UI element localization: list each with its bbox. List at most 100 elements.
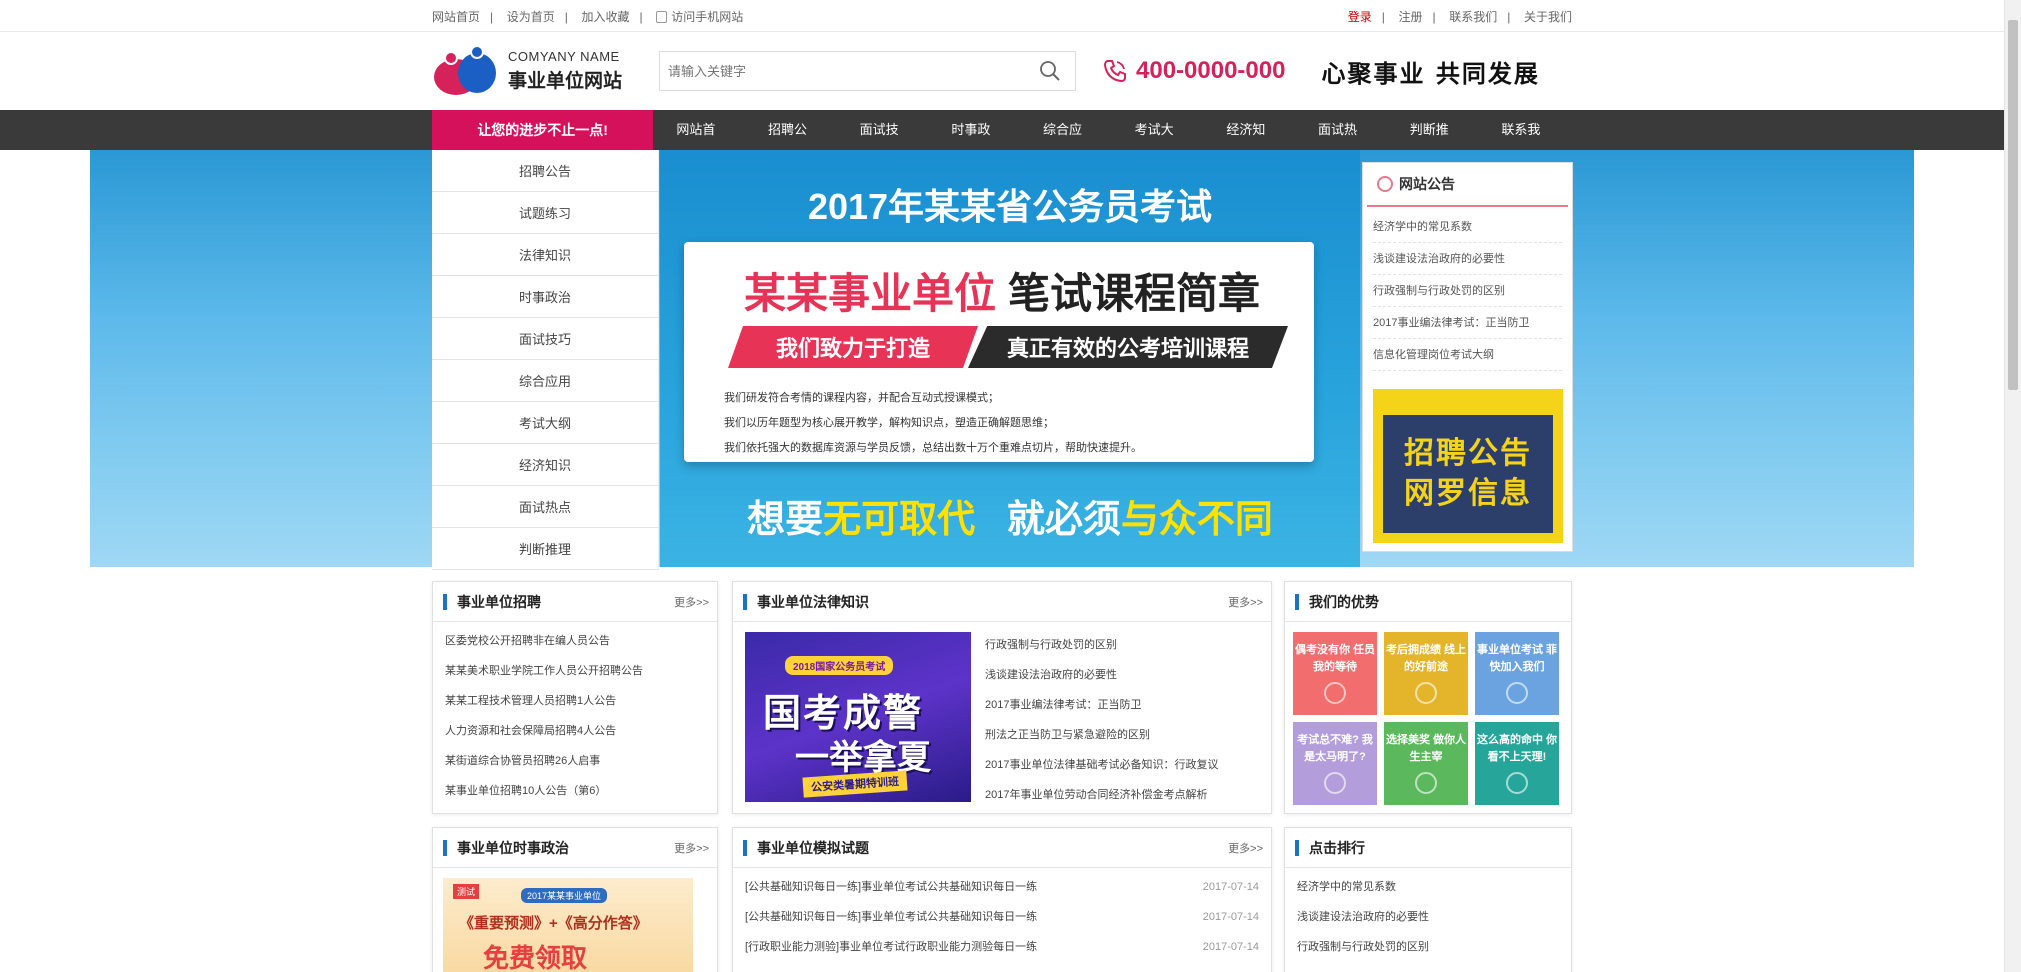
recruit-box-header: 事业单位招聘 更多>> xyxy=(433,582,717,622)
about-link[interactable]: 关于我们 xyxy=(1524,10,1572,24)
recruit-list: 区委党校公开招聘非在编人员公告 某某美术职业学院工作人员公开招聘公告 某某工程技… xyxy=(433,622,717,806)
legal-more-link[interactable]: 更多>> xyxy=(1228,594,1263,610)
side-menu-item[interactable]: 面试技巧 xyxy=(432,318,659,360)
notice-header: 网站公告 xyxy=(1367,163,1568,207)
politics-promo-image[interactable]: 测试 2017某某事业单位 《重要预测》+《高分作答》 免费领取 xyxy=(443,878,693,972)
ranking-item[interactable]: 经济学中的常见系数 xyxy=(1297,872,1559,902)
banner-desc-line: 我们依托强大的数据库资源与学员反馈，总结出数十万个重难点切片，帮助快速提升。 xyxy=(724,442,1142,454)
side-menu-item[interactable]: 经济知识 xyxy=(432,444,659,486)
ranking-box: 点击排行 经济学中的常见系数 浅谈建设法治政府的必要性 行政强制与行政处罚的区别 xyxy=(1284,827,1572,972)
nav-item-contact[interactable]: 联系我们 xyxy=(1480,110,1572,177)
recruit-item[interactable]: 某某工程技术管理人员招聘1人公告 xyxy=(445,686,705,716)
banner-card-title-black: 笔试课程简章 xyxy=(1008,270,1261,317)
mock-item[interactable]: [公共基础知识每日一练]事业单位考试公共基础知识每日一练 2017-07-14 xyxy=(745,902,1259,932)
ranking-item[interactable]: 行政强制与行政处罚的区别 xyxy=(1297,932,1559,962)
banner-slide[interactable]: 2017年某某省公务员考试 某某事业单位 笔试课程简章 我们致力于打造 真正有效的… xyxy=(660,150,1360,567)
nav-item-hotspot[interactable]: 面试热点 xyxy=(1297,110,1389,177)
legal-item[interactable]: 2017事业编法律考试：正当防卫 xyxy=(985,690,1251,720)
recruit-item[interactable]: 区委党校公开招聘非在编人员公告 xyxy=(445,626,705,656)
side-menu-item[interactable]: 试题练习 xyxy=(432,192,659,234)
banner-bottom-highlight: 与众不同 xyxy=(1120,499,1273,541)
legal-img-tag: 2018国家公务员考试 xyxy=(785,656,894,675)
side-menu-item[interactable]: 招聘公告 xyxy=(432,150,659,192)
notice-item[interactable]: 信息化管理岗位考试大纲 xyxy=(1373,339,1562,371)
mock-item[interactable]: [行政职业能力测验]事业单位考试行政职业能力测验每日一练 2017-07-14 xyxy=(745,932,1259,962)
nav-item-syllabus[interactable]: 考试大纲 xyxy=(1114,110,1206,177)
top-link-mobile[interactable]: 访问手机网站 xyxy=(671,10,743,24)
advantage-tile[interactable]: 考试总不难? 我是太马明了? xyxy=(1293,722,1377,805)
top-link-home[interactable]: 网站首页 xyxy=(432,10,480,24)
contact-link[interactable]: 联系我们 xyxy=(1449,10,1497,24)
legal-box: 事业单位法律知识 更多>> 2018国家公务员考试 国考成警 一举拿夏 公安类暑… xyxy=(732,581,1272,814)
advantage-box-title: 我们的优势 xyxy=(1295,592,1379,612)
mock-item-title: [公共基础知识每日一练]事业单位考试公共基础知识每日一练 xyxy=(745,881,1038,893)
banner-card-bar: 我们致力于打造 真正有效的公考培训课程 xyxy=(728,326,1288,368)
register-link[interactable]: 注册 xyxy=(1398,10,1422,24)
advantage-tile[interactable]: 考后拥成绩 线上的好前途 xyxy=(1384,632,1468,715)
banner-desc-line: 我们研发符合考情的课程内容，并配合互动式授课模式； xyxy=(724,392,999,404)
top-links-left: 网站首页 | 设为首页 | 加入收藏 | 访问手机网站 xyxy=(432,9,744,24)
legal-item[interactable]: 2017事业单位法律基础考试必备知识：行政复议 xyxy=(985,750,1251,780)
mock-item[interactable]: [公共基础知识每日一练]事业单位考试公共基础知识每日一练 2017-07-14 xyxy=(745,872,1259,902)
copy-icon xyxy=(1415,682,1437,704)
politics-box-title: 事业单位时事政治 xyxy=(443,838,569,858)
ranking-item[interactable]: 浅谈建设法治政府的必要性 xyxy=(1297,902,1559,932)
logo-people-icon xyxy=(432,43,500,99)
notice-item[interactable]: 行政强制与行政处罚的区别 xyxy=(1373,275,1562,307)
page-scrollbar[interactable] xyxy=(2004,0,2021,972)
legal-item[interactable]: 刑法之正当防卫与紧急避险的区别 xyxy=(985,720,1251,750)
notice-item[interactable]: 浅谈建设法治政府的必要性 xyxy=(1373,243,1562,275)
search-icon xyxy=(1040,61,1060,81)
login-link[interactable]: 登录 xyxy=(1348,10,1372,24)
nav-item-interview[interactable]: 面试技巧 xyxy=(839,110,931,177)
advantage-tile[interactable]: 选择美奖 做你人生主宰 xyxy=(1384,722,1468,805)
recruit-poster[interactable]: 招聘公告 网罗信息 xyxy=(1373,389,1563,543)
recruit-item[interactable]: 某某美术职业学院工作人员公开招聘公告 xyxy=(445,656,705,686)
legal-item[interactable]: 行政强制与行政处罚的区别 xyxy=(985,630,1251,660)
banner-card: 某某事业单位 笔试课程简章 我们致力于打造 真正有效的公考培训课程 我们研发符合考… xyxy=(684,242,1314,462)
advantage-tile[interactable]: 偶考没有你 任员我的等待 xyxy=(1293,632,1377,715)
politics-box: 事业单位时事政治 更多>> 测试 2017某某事业单位 《重要预测》+《高分作答… xyxy=(432,827,718,972)
advantage-tile-text: 考试总不难? 我是太马明了? xyxy=(1297,734,1373,763)
mock-item-title: [公共基础知识每日一练]事业单位考试公共基础知识每日一练 xyxy=(745,911,1038,923)
legal-promo-image[interactable]: 2018国家公务员考试 国考成警 一举拿夏 公安类暑期特训班 xyxy=(745,632,971,802)
recruit-item[interactable]: 某事业单位招聘10人公告（第6） xyxy=(445,776,705,806)
search-button[interactable] xyxy=(1025,52,1075,90)
legal-item[interactable]: 浅谈建设法治政府的必要性 xyxy=(985,660,1251,690)
mock-list: [公共基础知识每日一练]事业单位考试公共基础知识每日一练 2017-07-14 [… xyxy=(733,868,1271,962)
hotline: 400-0000-000 xyxy=(1102,57,1285,85)
advantage-tile[interactable]: 事业单位考试 菲快加入我们 xyxy=(1475,632,1559,715)
banner-card-title: 某某事业单位 笔试课程简章 xyxy=(744,260,1260,321)
top-link-favorite[interactable]: 加入收藏 xyxy=(582,10,630,24)
nav-item-application[interactable]: 综合应用 xyxy=(1022,110,1114,177)
nav-item-reasoning[interactable]: 判断推理 xyxy=(1389,110,1481,177)
nav-item-recruit[interactable]: 招聘公告 xyxy=(747,110,839,177)
advantage-grid: 偶考没有你 任员我的等待 考后拥成绩 线上的好前途 事业单位考试 菲快加入我们 … xyxy=(1285,622,1571,815)
nav-item-politics[interactable]: 时事政治 xyxy=(930,110,1022,177)
search-input[interactable] xyxy=(660,52,1025,90)
nav-item-economics[interactable]: 经济知识 xyxy=(1205,110,1297,177)
site-logo[interactable]: COMYANY NAME 事业单位网站 xyxy=(432,43,659,99)
top-link-set-home[interactable]: 设为首页 xyxy=(507,10,555,24)
banner-bottom-highlight: 无可取代 xyxy=(823,499,976,541)
recruit-item[interactable]: 人力资源和社会保障局招聘4人公告 xyxy=(445,716,705,746)
side-menu-item[interactable]: 考试大纲 xyxy=(432,402,659,444)
scrollbar-thumb[interactable] xyxy=(2008,20,2018,390)
legal-item[interactable]: 2017年事业单位劳动合同经济补偿金考点解析 xyxy=(985,780,1251,810)
side-menu-item[interactable]: 判断推理 xyxy=(432,528,659,570)
pen-icon xyxy=(1415,772,1437,794)
mock-more-link[interactable]: 更多>> xyxy=(1228,840,1263,856)
legal-box-title: 事业单位法律知识 xyxy=(743,592,869,612)
notice-item[interactable]: 经济学中的常见系数 xyxy=(1373,211,1562,243)
advantage-box: 我们的优势 偶考没有你 任员我的等待 考后拥成绩 线上的好前途 事业单位考试 菲… xyxy=(1284,581,1572,814)
side-menu-item[interactable]: 时事政治 xyxy=(432,276,659,318)
recruit-item[interactable]: 某街道综合协管员招聘26人启事 xyxy=(445,746,705,776)
side-menu-item[interactable]: 面试热点 xyxy=(432,486,659,528)
politics-more-link[interactable]: 更多>> xyxy=(674,840,709,856)
nav-item-home[interactable]: 网站首页 xyxy=(658,110,747,177)
recruit-more-link[interactable]: 更多>> xyxy=(674,594,709,610)
side-menu-item[interactable]: 法律知识 xyxy=(432,234,659,276)
side-menu-item[interactable]: 综合应用 xyxy=(432,360,659,402)
advantage-tile[interactable]: 这么高的命中 你看不上天理! xyxy=(1475,722,1559,805)
notice-item[interactable]: 2017事业编法律考试：正当防卫 xyxy=(1373,307,1562,339)
